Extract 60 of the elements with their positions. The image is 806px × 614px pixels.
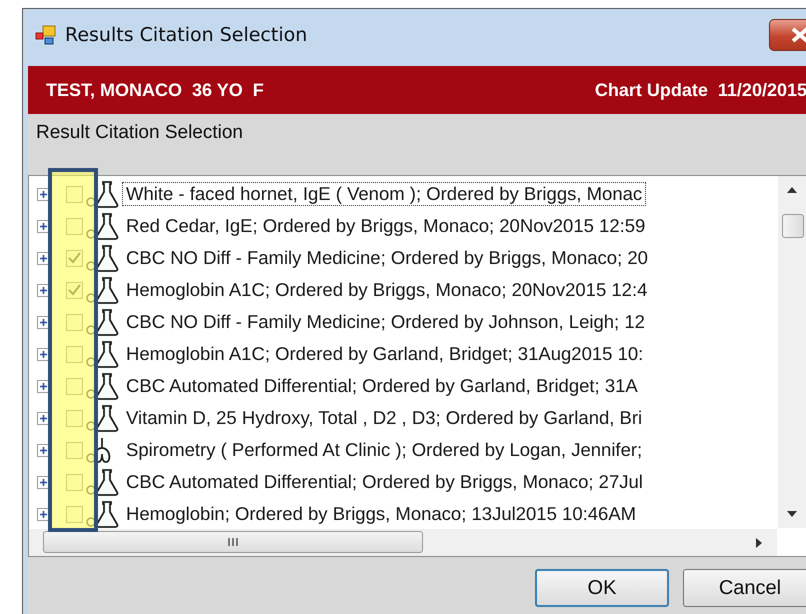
expand-icon[interactable] bbox=[37, 444, 50, 456]
expand-icon[interactable] bbox=[37, 412, 50, 424]
dialog-button[interactable]: OK bbox=[535, 569, 669, 607]
check-icon bbox=[68, 252, 81, 264]
flask-icon bbox=[85, 276, 119, 304]
expand-icon[interactable] bbox=[37, 188, 50, 200]
result-item[interactable]: CBC Automated Differential; Ordered by Garland, Bridget; 31A bbox=[122, 374, 642, 398]
result-item[interactable]: Spirometry ( Performed At Clinic ); Ordered by Logan, Jennifer; bbox=[122, 438, 646, 462]
checkbox[interactable] bbox=[66, 506, 83, 522]
scroll-thumb[interactable] bbox=[782, 214, 804, 238]
expand-icon[interactable] bbox=[37, 348, 50, 360]
vertical-scrollbar[interactable] bbox=[778, 176, 806, 528]
scroll-up-icon[interactable] bbox=[786, 186, 798, 194]
expand-icon[interactable] bbox=[37, 316, 50, 328]
flask-icon bbox=[85, 468, 119, 496]
flask-icon bbox=[85, 340, 119, 368]
flask-icon bbox=[85, 308, 119, 336]
flask-icon bbox=[85, 180, 119, 208]
checkbox[interactable] bbox=[66, 314, 83, 330]
expand-icon[interactable] bbox=[37, 476, 50, 488]
expand-icon[interactable] bbox=[37, 284, 50, 296]
result-item[interactable]: CBC NO Diff - Family Medicine; Ordered by Johnson, Leigh; 12 bbox=[122, 310, 649, 334]
expand-icon[interactable] bbox=[37, 220, 50, 232]
expand-icon[interactable] bbox=[37, 508, 50, 520]
checkbox[interactable] bbox=[66, 346, 83, 362]
flask-icon bbox=[85, 404, 119, 432]
checkbox[interactable] bbox=[66, 218, 83, 234]
result-item[interactable]: White - faced hornet, IgE ( Venom ); Ordered by Briggs, Monac bbox=[122, 182, 646, 206]
checkbox[interactable] bbox=[66, 378, 83, 394]
result-item[interactable]: Hemoglobin A1C; Ordered by Garland, Bridget; 31Aug2015 10: bbox=[122, 342, 648, 366]
result-item[interactable]: Red Cedar, IgE; Ordered by Briggs, Monaco; 20Nov2015 12:59 bbox=[122, 214, 650, 238]
scroll-right-icon[interactable] bbox=[755, 537, 763, 549]
check-icon bbox=[68, 284, 81, 296]
flask-icon bbox=[85, 244, 119, 272]
checkbox[interactable] bbox=[66, 474, 83, 490]
window-title: Results Citation Selection bbox=[65, 24, 308, 46]
checkbox[interactable] bbox=[66, 250, 83, 266]
result-item[interactable]: CBC NO Diff - Family Medicine; Ordered by Briggs, Monaco; 20 bbox=[122, 246, 652, 270]
close-icon bbox=[790, 27, 806, 43]
scroll-thumb[interactable] bbox=[43, 531, 423, 553]
checkbox[interactable] bbox=[66, 410, 83, 426]
scroll-down-icon[interactable] bbox=[786, 510, 798, 518]
expand-icon[interactable] bbox=[37, 380, 50, 392]
grip-icon bbox=[227, 537, 239, 547]
patient-info: TEST, MONACO 36 YO F bbox=[46, 80, 264, 100]
result-item[interactable]: Vitamin D, 25 Hydroxy, Total , D2 , D3; Ordered by Garland, Bri bbox=[122, 406, 646, 430]
app-icon bbox=[35, 25, 57, 45]
checkbox[interactable] bbox=[66, 186, 83, 202]
section-label: Result Citation Selection bbox=[35, 121, 244, 145]
flask-icon bbox=[85, 500, 119, 528]
flask-icon bbox=[85, 372, 119, 400]
result-item[interactable]: Hemoglobin A1C; Ordered by Briggs, Monaco; 20Nov2015 12:4 bbox=[122, 278, 652, 302]
result-item[interactable]: Hemoglobin; Ordered by Briggs, Monaco; 13Jul2015 10:46AM bbox=[122, 502, 640, 526]
result-item[interactable]: CBC Automated Differential; Ordered by Briggs, Monaco; 27Jul bbox=[122, 470, 647, 494]
expand-icon[interactable] bbox=[37, 252, 50, 264]
checkbox[interactable] bbox=[66, 442, 83, 458]
flask-icon bbox=[85, 212, 119, 240]
dialog-button[interactable]: Cancel bbox=[683, 569, 806, 607]
checkbox[interactable] bbox=[66, 282, 83, 298]
horizontal-scrollbar[interactable] bbox=[29, 529, 777, 556]
